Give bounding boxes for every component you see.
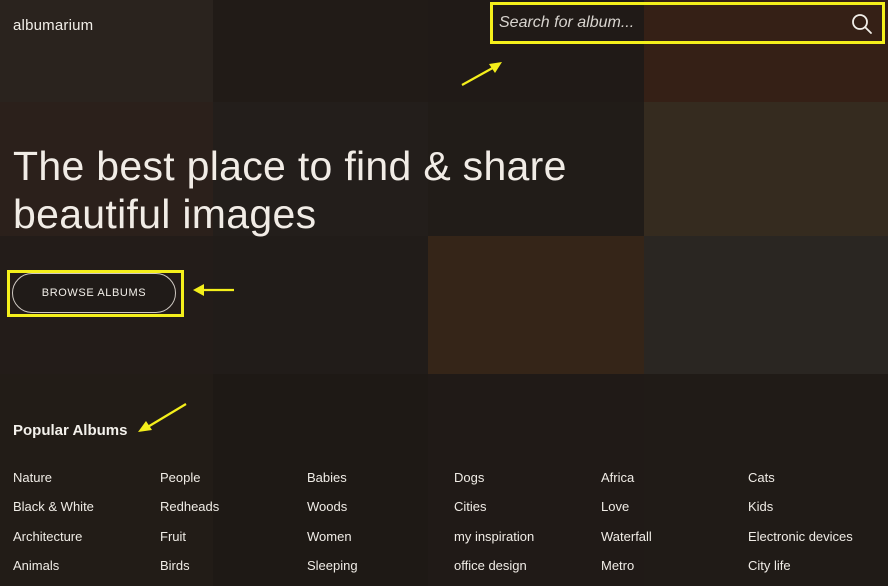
search-icon[interactable] (850, 12, 874, 36)
popular-albums-heading: Popular Albums (13, 422, 128, 439)
album-link[interactable]: my inspiration (454, 529, 601, 558)
album-link[interactable]: Black & White (13, 499, 160, 528)
arrow-icon (193, 284, 234, 296)
site-logo[interactable]: albumarium (13, 17, 93, 34)
album-link[interactable]: Kids (748, 499, 888, 528)
album-link[interactable]: Babies (307, 470, 454, 499)
browse-albums-button[interactable]: BROWSE ALBUMS (12, 273, 176, 313)
album-link[interactable]: Waterfall (601, 529, 748, 558)
album-link[interactable]: Birds (160, 558, 307, 586)
album-link[interactable]: Sleeping (307, 558, 454, 586)
album-link[interactable]: office design (454, 558, 601, 586)
album-link[interactable]: Dogs (454, 470, 601, 499)
album-link[interactable]: Africa (601, 470, 748, 499)
album-link[interactable]: Redheads (160, 499, 307, 528)
album-link[interactable]: Woods (307, 499, 454, 528)
album-link[interactable]: Cats (748, 470, 888, 499)
album-link[interactable]: Animals (13, 558, 160, 586)
album-link[interactable]: Architecture (13, 529, 160, 558)
album-link[interactable]: Metro (601, 558, 748, 586)
album-link[interactable]: Electronic devices (748, 529, 888, 558)
album-link[interactable]: Cities (454, 499, 601, 528)
album-link[interactable]: Love (601, 499, 748, 528)
hero-title-line: The best place to find & share (13, 143, 567, 189)
site-header: albumarium (0, 0, 888, 50)
popular-albums-grid: Nature People Babies Dogs Africa Cats Bl… (13, 470, 883, 586)
album-link[interactable]: People (160, 470, 307, 499)
album-link[interactable]: Nature (13, 470, 160, 499)
hero-title: The best place to find & share beautiful… (13, 142, 633, 238)
album-link[interactable]: Fruit (160, 529, 307, 558)
album-link[interactable]: City life (748, 558, 888, 586)
album-link[interactable]: Women (307, 529, 454, 558)
hero-title-line: beautiful images (13, 191, 317, 237)
search-highlight (490, 2, 885, 44)
search-input[interactable] (499, 10, 839, 36)
arrow-icon (138, 403, 187, 432)
arrow-icon (461, 62, 502, 86)
